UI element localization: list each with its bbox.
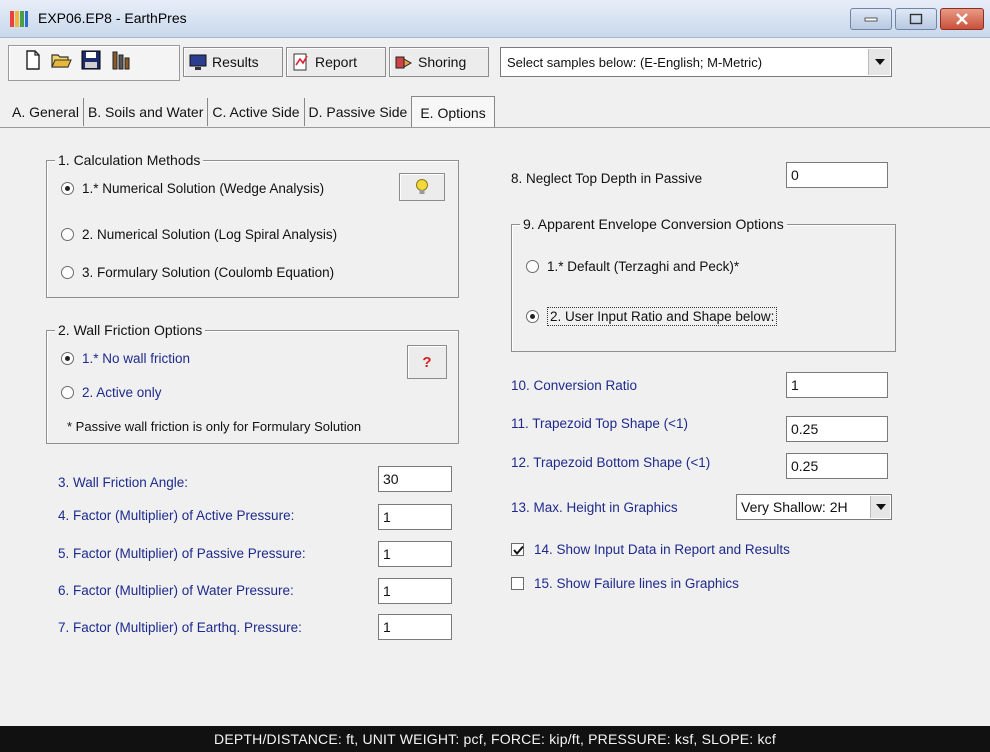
checkbox-checked-icon[interactable] — [511, 543, 524, 556]
radio-icon[interactable] — [61, 182, 74, 195]
hint-button[interactable] — [399, 173, 445, 201]
radio-icon[interactable] — [61, 228, 74, 241]
help-icon: ? — [422, 353, 432, 371]
maximize-icon — [909, 13, 923, 25]
checkbox-unchecked-icon[interactable] — [511, 577, 524, 590]
radio-icon[interactable] — [61, 266, 74, 279]
shoring-button[interactable]: Shoring — [389, 47, 489, 77]
minimize-icon — [864, 17, 878, 22]
results-label: Results — [212, 54, 259, 70]
trapezoid-top-shape-label: 11. Trapezoid Top Shape (<1) — [511, 416, 688, 431]
active-pressure-factor-label: 4. Factor (Multiplier) of Active Pressur… — [58, 508, 295, 523]
tab-passive-side[interactable]: D. Passive Side — [305, 98, 412, 126]
report-button[interactable]: Report — [286, 47, 386, 77]
samples-select[interactable]: Select samples below: (E-English; M-Metr… — [500, 47, 892, 77]
radio-icon[interactable] — [526, 260, 539, 273]
show-input-data-label: 14. Show Input Data in Report and Result… — [534, 542, 790, 557]
envelope-option-2[interactable]: 2. User Input Ratio and Shape below: — [526, 307, 778, 326]
show-failure-lines-label: 15. Show Failure lines in Graphics — [534, 576, 739, 591]
dropdown-arrow-icon[interactable] — [868, 49, 890, 75]
water-pressure-factor-field[interactable]: 1 — [378, 578, 452, 604]
title-bar: EXP06.EP8 - EarthPres — [0, 0, 990, 38]
tab-soils-water[interactable]: B. Soils and Water — [84, 98, 209, 126]
trapezoid-bottom-shape-label: 12. Trapezoid Bottom Shape (<1) — [511, 455, 711, 470]
envelope-option-1[interactable]: 1.* Default (Terzaghi and Peck)* — [526, 259, 739, 274]
calc-method-option-1[interactable]: 1.* Numerical Solution (Wedge Analysis) — [61, 181, 324, 196]
tab-panel-border — [0, 127, 990, 128]
passive-pressure-factor-field[interactable]: 1 — [378, 541, 452, 567]
neglect-top-depth-field[interactable]: 0 — [786, 162, 888, 188]
lightbulb-icon — [416, 179, 428, 194]
radio-icon[interactable] — [61, 386, 74, 399]
report-label: Report — [315, 54, 358, 70]
open-folder-icon[interactable] — [50, 49, 72, 71]
envelope-option-1-label: 1.* Default (Terzaghi and Peck)* — [547, 259, 740, 274]
wall-friction-title: 2. Wall Friction Options — [55, 322, 206, 338]
radio-icon[interactable] — [61, 352, 74, 365]
wall-friction-option-1-label: 1.* No wall friction — [82, 351, 191, 366]
save-disk-icon[interactable] — [80, 49, 102, 71]
trapezoid-bottom-shape-field[interactable]: 0.25 — [786, 453, 888, 479]
envelope-conversion-title: 9. Apparent Envelope Conversion Options — [520, 216, 787, 232]
show-failure-lines-checkbox-row[interactable]: 15. Show Failure lines in Graphics — [511, 576, 739, 591]
tab-active-side[interactable]: C. Active Side — [208, 98, 305, 126]
report-icon — [293, 53, 308, 71]
wall-friction-option-2[interactable]: 2. Active only — [61, 385, 162, 400]
samples-select-value: Select samples below: (E-English; M-Metr… — [507, 54, 763, 70]
results-button[interactable]: Results — [183, 47, 283, 77]
max-height-label: 13. Max. Height in Graphics — [511, 500, 678, 515]
water-pressure-factor-label: 6. Factor (Multiplier) of Water Pressure… — [58, 583, 294, 598]
conversion-ratio-label: 10. Conversion Ratio — [511, 378, 638, 393]
monitor-icon — [189, 54, 207, 70]
tab-active-side-label: C. Active Side — [212, 104, 300, 120]
wall-friction-option-2-label: 2. Active only — [82, 385, 162, 400]
calculation-methods-title: 1. Calculation Methods — [55, 152, 204, 168]
max-height-value: Very Shallow: 2H — [741, 499, 848, 515]
shoring-label: Shoring — [418, 54, 467, 70]
wall-friction-option-1[interactable]: 1.* No wall friction — [61, 351, 190, 366]
show-input-data-checkbox-row[interactable]: 14. Show Input Data in Report and Result… — [511, 542, 790, 557]
wall-friction-angle-field[interactable]: 30 — [378, 466, 452, 492]
passive-pressure-factor-label: 5. Factor (Multiplier) of Passive Pressu… — [58, 546, 306, 561]
calculation-methods-group: 1. Calculation Methods 1.* Numerical Sol… — [46, 152, 459, 298]
app-icon — [10, 11, 28, 27]
tab-strip: A. General B. Soils and Water C. Active … — [8, 96, 495, 128]
calc-method-option-3-label: 3. Formulary Solution (Coulomb Equation) — [82, 265, 335, 280]
toolbar: Results Report Shoring Select samples be… — [0, 39, 990, 93]
wall-friction-angle-label: 3. Wall Friction Angle: — [58, 475, 189, 490]
tab-soils-water-label: B. Soils and Water — [87, 104, 204, 120]
wall-friction-group: 2. Wall Friction Options 1.* No wall fri… — [46, 322, 459, 444]
shoring-icon — [395, 56, 413, 69]
new-file-icon[interactable] — [22, 49, 44, 71]
close-icon — [956, 13, 968, 25]
close-button[interactable] — [940, 8, 984, 30]
trapezoid-top-shape-field[interactable]: 0.25 — [786, 416, 888, 442]
wall-icon[interactable] — [110, 49, 132, 71]
earthquake-pressure-factor-label: 7. Factor (Multiplier) of Earthq. Pressu… — [58, 620, 302, 635]
conversion-ratio-field[interactable]: 1 — [786, 372, 888, 398]
status-bar: DEPTH/DISTANCE: ft, UNIT WEIGHT: pcf, FO… — [0, 726, 990, 752]
max-height-select[interactable]: Very Shallow: 2H — [736, 494, 892, 520]
tab-general[interactable]: A. General — [8, 98, 84, 126]
neglect-top-depth-label: 8. Neglect Top Depth in Passive — [511, 171, 703, 186]
help-button[interactable]: ? — [407, 345, 447, 379]
tab-general-label: A. General — [12, 104, 79, 120]
tab-options-label: E. Options — [420, 104, 486, 121]
earthquake-pressure-factor-field[interactable]: 1 — [378, 614, 452, 640]
calc-method-option-1-label: 1.* Numerical Solution (Wedge Analysis) — [82, 181, 325, 196]
envelope-option-2-label: 2. User Input Ratio and Shape below: — [547, 307, 778, 326]
calc-method-option-3[interactable]: 3. Formulary Solution (Coulomb Equation) — [61, 265, 334, 280]
tab-passive-side-label: D. Passive Side — [308, 104, 408, 120]
calc-method-option-2[interactable]: 2. Numerical Solution (Log Spiral Analys… — [61, 227, 337, 242]
tab-options[interactable]: E. Options — [411, 96, 495, 128]
maximize-button[interactable] — [895, 8, 937, 30]
envelope-conversion-group: 9. Apparent Envelope Conversion Options … — [511, 216, 896, 352]
wall-friction-note: * Passive wall friction is only for Form… — [67, 419, 362, 434]
minimize-button[interactable] — [850, 8, 892, 30]
dropdown-arrow-icon[interactable] — [870, 496, 890, 518]
radio-icon[interactable] — [526, 310, 539, 323]
active-pressure-factor-field[interactable]: 1 — [378, 504, 452, 530]
window-title: EXP06.EP8 - EarthPres — [38, 10, 187, 26]
calc-method-option-2-label: 2. Numerical Solution (Log Spiral Analys… — [82, 227, 338, 242]
